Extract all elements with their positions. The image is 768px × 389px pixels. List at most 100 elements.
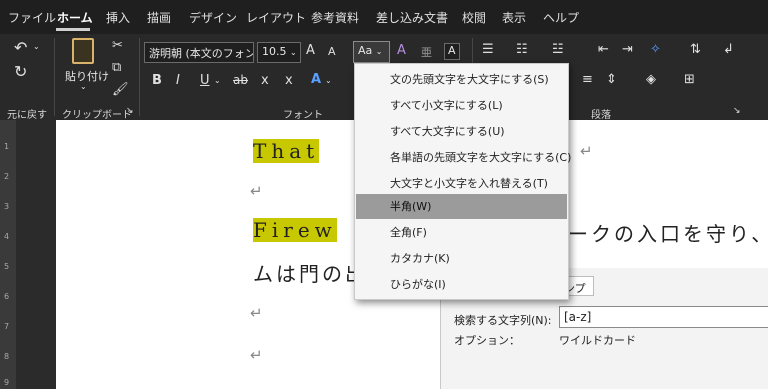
- change-case-menu: 文の先頭文字を大文字にする(S) すべて小文字にする(L) すべて大文字にする(…: [354, 63, 571, 300]
- char-border-button[interactable]: A: [444, 43, 460, 60]
- ruler-number: 8: [4, 352, 10, 361]
- chevron-down-icon[interactable]: ⌄: [214, 76, 221, 85]
- group-label-undo: 元に戻す: [7, 110, 47, 121]
- paragraph-mark: ↵: [250, 346, 263, 364]
- undo-dropdown-icon[interactable]: ⌄: [33, 42, 40, 51]
- active-tab-indicator: [56, 28, 90, 31]
- decrease-indent-icon[interactable]: ⇤: [598, 42, 609, 57]
- highlighted-text[interactable]: That: [253, 139, 320, 163]
- italic-button[interactable]: I: [176, 73, 180, 88]
- borders-icon[interactable]: ⊞: [684, 72, 695, 87]
- text-effects-button[interactable]: A: [311, 72, 321, 87]
- underline-button[interactable]: U: [200, 73, 210, 88]
- change-case-button[interactable]: Aa ⌄: [353, 41, 390, 63]
- doc-line-4[interactable]: ムは門の出: [253, 258, 368, 287]
- cut-icon[interactable]: ✂: [112, 38, 123, 53]
- group-label-paragraph: 段落: [591, 110, 611, 121]
- shading-icon[interactable]: ◈: [646, 72, 656, 87]
- menu-item-full-width[interactable]: 全角(F): [356, 220, 567, 245]
- ruler-number: 9: [4, 378, 10, 387]
- paste-icon[interactable]: [72, 38, 94, 64]
- tab-help[interactable]: ヘルプ: [543, 9, 579, 26]
- doc-line-3[interactable]: Firew: [253, 218, 337, 242]
- paragraph-mark: ↵: [580, 142, 593, 160]
- copy-icon[interactable]: ⧉: [112, 60, 121, 75]
- line-spacing-icon[interactable]: ⇕: [606, 72, 617, 87]
- menu-item-lowercase[interactable]: すべて小文字にする(L): [356, 93, 567, 118]
- font-size-select[interactable]: 10.5 ⌄: [257, 42, 301, 63]
- page-gutter: [16, 120, 56, 389]
- search-input[interactable]: [a-z]: [559, 306, 768, 328]
- sort-icon[interactable]: ⇅: [690, 42, 701, 57]
- tab-file[interactable]: ファイル: [8, 9, 56, 26]
- menu-item-half-width[interactable]: 半角(W): [356, 194, 567, 219]
- redo-icon[interactable]: ↻: [14, 62, 27, 81]
- search-input-value: [a-z]: [564, 310, 592, 324]
- shrink-font-button[interactable]: A: [328, 45, 336, 58]
- tab-layout[interactable]: レイアウト: [246, 9, 306, 26]
- grow-font-button[interactable]: A: [306, 43, 315, 58]
- font-name-value: 游明朝 (本文のフォン: [149, 47, 254, 60]
- asian-layout-icon[interactable]: ✧: [650, 42, 661, 57]
- tab-home[interactable]: ホーム: [57, 9, 93, 26]
- options-label: オプション：: [454, 334, 520, 347]
- increase-indent-icon[interactable]: ⇥: [622, 42, 633, 57]
- paragraph-launcher-icon[interactable]: ↘: [733, 106, 741, 116]
- undo-icon[interactable]: ↶: [14, 38, 27, 57]
- change-case-label: Aa: [358, 44, 373, 57]
- paragraph-mark: ↵: [250, 182, 263, 200]
- search-label: 検索する文字列(N):: [454, 314, 552, 327]
- group-label-font: フォント: [283, 110, 323, 121]
- menu-bar: ファイル ホーム 挿入 描画 デザイン レイアウト 参考資料 差し込み文書 校閲…: [0, 0, 768, 34]
- chevron-down-icon: ⌄: [375, 47, 383, 56]
- phonetic-guide-icon[interactable]: 亜: [421, 44, 432, 60]
- group-label-clipboard: クリップボード: [62, 110, 132, 121]
- bullets-icon[interactable]: ☰: [482, 42, 494, 57]
- group-separator: [139, 38, 140, 116]
- menu-item-katakana[interactable]: カタカナ(K): [356, 246, 567, 271]
- tab-view[interactable]: 表示: [502, 9, 526, 26]
- show-marks-icon[interactable]: ↲: [723, 42, 734, 57]
- menu-item-hiragana[interactable]: ひらがな(I): [356, 272, 567, 297]
- menu-item-sentence-case[interactable]: 文の先頭文字を大文字にする(S): [356, 67, 567, 92]
- options-value: ワイルドカード: [559, 334, 636, 347]
- align-center-icon[interactable]: ≡: [582, 72, 593, 87]
- ruler-number: 4: [4, 232, 10, 241]
- vertical-ruler: 1 2 3 4 5 6 7 8 9: [0, 120, 16, 389]
- format-painter-icon[interactable]: 🖌: [112, 82, 129, 97]
- ruler-number: 6: [4, 292, 10, 301]
- strikethrough-button[interactable]: ab: [233, 73, 248, 87]
- doc-line-3-rest[interactable]: ークの入口を守り、: [568, 218, 768, 247]
- font-size-value: 10.5: [262, 45, 287, 58]
- ruler-number: 1: [4, 142, 10, 151]
- tab-design[interactable]: デザイン: [189, 9, 237, 26]
- ruler-number: 3: [4, 202, 10, 211]
- tab-draw[interactable]: 描画: [147, 9, 171, 26]
- clear-formatting-button[interactable]: A: [397, 43, 406, 58]
- chevron-down-icon[interactable]: ⌄: [325, 76, 332, 85]
- paste-button[interactable]: 貼り付け: [65, 68, 109, 84]
- bold-button[interactable]: B: [152, 73, 162, 88]
- font-name-select[interactable]: 游明朝 (本文のフォン: [144, 42, 254, 63]
- ruler-number: 5: [4, 262, 10, 271]
- subscript-button[interactable]: x: [261, 73, 269, 88]
- tab-references[interactable]: 参考資料: [311, 9, 359, 26]
- highlighted-text[interactable]: Firew: [253, 218, 337, 242]
- paragraph-mark: ↵: [250, 304, 263, 322]
- chevron-down-icon: ⌄: [290, 48, 297, 57]
- menu-item-uppercase[interactable]: すべて大文字にする(U): [356, 119, 567, 144]
- doc-line-1[interactable]: That: [253, 139, 320, 163]
- group-separator: [54, 38, 55, 116]
- tab-review[interactable]: 校閲: [462, 9, 486, 26]
- multilevel-list-icon[interactable]: ☳: [552, 42, 564, 57]
- tab-mailings[interactable]: 差し込み文書: [376, 9, 448, 26]
- menu-item-capitalize-each[interactable]: 各単語の先頭文字を大文字にする(C): [356, 145, 571, 170]
- paste-dropdown-icon[interactable]: ⌄: [80, 82, 87, 91]
- tab-insert[interactable]: 挿入: [106, 9, 130, 26]
- numbering-icon[interactable]: ☷: [516, 42, 528, 57]
- clipboard-launcher-icon[interactable]: ↘: [126, 106, 134, 116]
- ruler-number: 7: [4, 322, 10, 331]
- menu-item-toggle-case[interactable]: 大文字と小文字を入れ替える(T): [356, 171, 567, 196]
- ruler-number: 2: [4, 172, 10, 181]
- superscript-button[interactable]: x: [285, 73, 293, 88]
